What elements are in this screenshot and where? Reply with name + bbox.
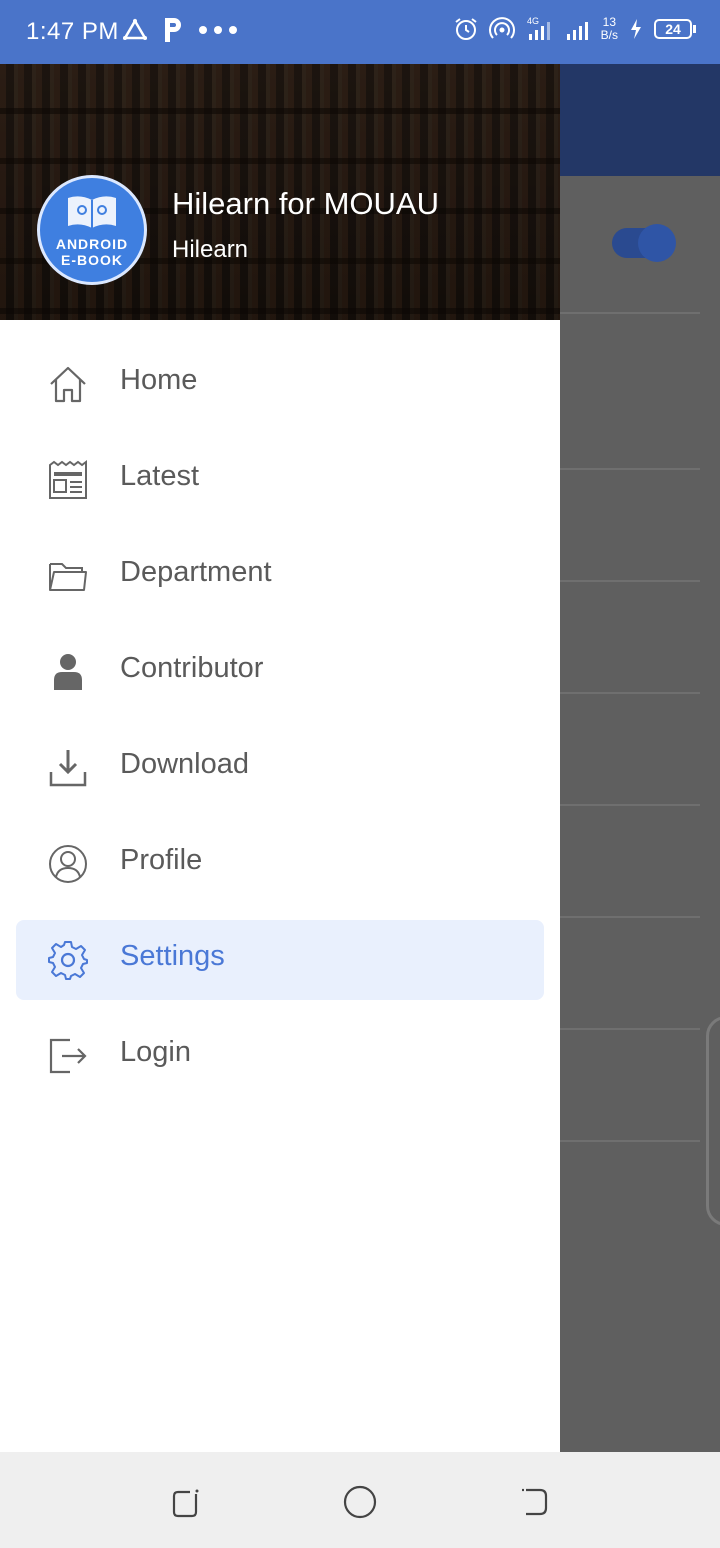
net-speed: 13 B/s bbox=[600, 15, 618, 42]
home-icon bbox=[50, 366, 86, 403]
menu-item-download[interactable]: Download bbox=[16, 728, 544, 808]
signal-icon: 4G bbox=[527, 16, 550, 40]
p-icon bbox=[165, 18, 181, 42]
profile-circle-icon bbox=[49, 845, 87, 883]
home-circle-icon[interactable] bbox=[340, 1482, 380, 1522]
menu-item-latest[interactable]: Latest bbox=[16, 440, 544, 520]
signal-icon bbox=[566, 22, 588, 40]
battery-icon: 24 bbox=[654, 19, 696, 39]
divider bbox=[560, 1140, 700, 1142]
alarm-icon bbox=[455, 18, 477, 40]
menu-item-department[interactable]: Department bbox=[16, 536, 544, 616]
drawer-title: Hilearn for MOUAU bbox=[172, 186, 439, 221]
login-icon bbox=[49, 1038, 87, 1074]
divider bbox=[560, 312, 700, 314]
network-type: 4G bbox=[527, 16, 539, 26]
background-toggle bbox=[612, 224, 676, 262]
menu-item-home[interactable]: Home bbox=[16, 344, 544, 424]
divider bbox=[560, 580, 700, 582]
status-bar: 1:47 PM 4G 13 B/s 24 bbox=[0, 0, 720, 64]
person-icon bbox=[54, 654, 82, 690]
folder-icon bbox=[49, 563, 87, 591]
background-app-bar bbox=[560, 64, 720, 176]
menu-item-login[interactable]: Login bbox=[16, 1016, 544, 1096]
app-logo: ANDROID E-BOOK bbox=[37, 175, 147, 285]
status-time: 1:47 PM bbox=[26, 18, 119, 45]
menu-item-contributor[interactable]: Contributor bbox=[16, 632, 544, 712]
divider bbox=[560, 468, 700, 470]
gear-icon bbox=[48, 941, 88, 980]
warning-triangle-icon bbox=[122, 18, 148, 40]
divider bbox=[560, 1028, 700, 1030]
drawer-subtitle: Hilearn bbox=[172, 236, 249, 263]
back-icon[interactable] bbox=[514, 1482, 554, 1522]
background-floating-panel bbox=[706, 1016, 720, 1226]
newspaper-icon bbox=[49, 460, 87, 499]
drawer-header: ANDROID E-BOOK Hilearn for MOUAU Hilearn bbox=[0, 64, 560, 320]
divider bbox=[560, 916, 700, 918]
recent-apps-icon[interactable] bbox=[166, 1482, 206, 1522]
hotspot-icon bbox=[488, 17, 515, 39]
divider bbox=[560, 692, 700, 694]
book-icon bbox=[68, 196, 116, 228]
more-dots-icon bbox=[199, 26, 237, 34]
system-nav-bar bbox=[0, 1452, 720, 1548]
charging-icon bbox=[631, 19, 641, 39]
download-icon bbox=[49, 750, 87, 787]
menu-item-profile[interactable]: Profile bbox=[16, 824, 544, 904]
background-content bbox=[560, 176, 720, 1452]
navigation-drawer: ANDROID E-BOOK Hilearn for MOUAU Hilearn… bbox=[0, 64, 560, 1452]
menu-item-settings[interactable]: Settings bbox=[16, 920, 544, 1000]
divider bbox=[560, 804, 700, 806]
